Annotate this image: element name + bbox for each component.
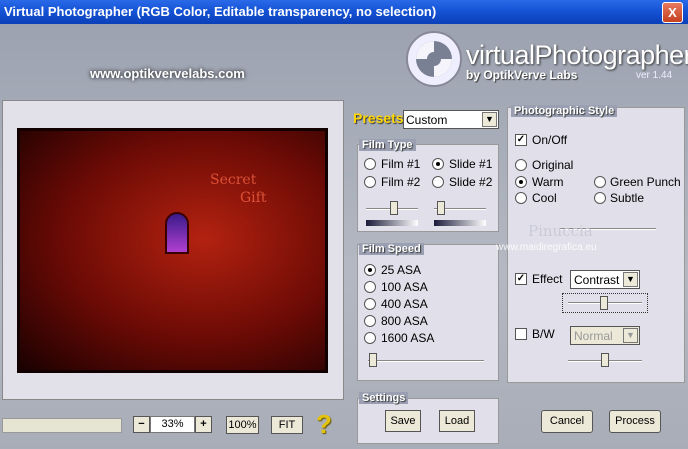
zoom-in-button[interactable]: + — [195, 416, 212, 433]
film1-radio[interactable] — [364, 158, 376, 170]
preview-window-detail — [165, 212, 189, 254]
asa25-radio[interactable] — [364, 264, 376, 276]
film-slider-thumb[interactable] — [390, 201, 398, 215]
slide2-radio[interactable] — [432, 176, 444, 188]
brand-byline: by OptikVerve Labs — [466, 68, 578, 82]
settings-panel — [357, 398, 499, 444]
on-off-checkbox[interactable]: ✓ — [515, 134, 527, 146]
photographic-style-title: Photographic Style — [511, 105, 618, 117]
cool-label: Cool — [532, 191, 557, 205]
bw-label: B/W — [532, 327, 555, 341]
warm-radio[interactable] — [515, 176, 527, 188]
slide1-label: Slide #1 — [449, 157, 493, 171]
effect-slider-thumb[interactable] — [600, 296, 608, 310]
version-label: ver 1.44 — [636, 70, 673, 81]
asa25-label: 25 ASA — [381, 263, 422, 277]
film2-label: Film #2 — [381, 175, 421, 189]
asa1600-label: 1600 ASA — [381, 331, 435, 345]
close-button[interactable]: X — [662, 2, 683, 23]
bw-value: Normal — [574, 329, 613, 343]
zoom-100-button[interactable]: 100% — [226, 416, 259, 434]
slide-gradient-bar — [434, 220, 486, 226]
watermark-signature: Pinuccia — [528, 222, 593, 240]
green-punch-label: Green Punch — [610, 175, 681, 189]
preview-watermark-secret: Secret — [210, 172, 257, 188]
asa100-radio[interactable] — [364, 281, 376, 293]
asa400-radio[interactable] — [364, 298, 376, 310]
slide2-label: Slide #2 — [449, 175, 493, 189]
film-speed-title: Film Speed — [359, 243, 424, 255]
effect-value: Contrast — [574, 273, 620, 287]
speed-slider-thumb[interactable] — [369, 353, 377, 367]
chevron-down-icon[interactable]: ▼ — [482, 112, 497, 127]
zoom-level-field[interactable]: 33% — [150, 416, 195, 433]
save-button[interactable]: Save — [385, 410, 421, 432]
cancel-button[interactable]: Cancel — [541, 410, 593, 433]
warm-label: Warm — [532, 175, 564, 189]
original-radio[interactable] — [515, 159, 527, 171]
film1-label: Film #1 — [381, 157, 421, 171]
bw-slider-thumb[interactable] — [601, 353, 609, 367]
subtle-label: Subtle — [610, 191, 645, 205]
brand-name: virtualPhotographer — [466, 40, 688, 70]
original-label: Original — [532, 158, 574, 172]
chevron-down-icon[interactable]: ▼ — [623, 328, 638, 343]
load-button[interactable]: Load — [439, 410, 475, 432]
effect-checkbox[interactable]: ✓ — [515, 273, 527, 285]
subtle-radio[interactable] — [594, 192, 606, 204]
asa400-label: 400 ASA — [381, 297, 428, 311]
presets-label: Presets — [353, 110, 404, 126]
green-punch-radio[interactable] — [594, 176, 606, 188]
website-link: www.optikvervelabs.com — [90, 66, 245, 81]
film-type-title: Film Type — [359, 139, 416, 151]
slide1-radio[interactable] — [432, 158, 444, 170]
effect-label: Effect — [532, 272, 563, 286]
process-button[interactable]: Process — [609, 410, 661, 433]
help-icon[interactable]: ? — [316, 409, 332, 440]
bw-checkbox[interactable] — [515, 328, 527, 340]
asa800-radio[interactable] — [364, 315, 376, 327]
cool-radio[interactable] — [515, 192, 527, 204]
film-gradient-bar — [366, 220, 418, 226]
progress-bar — [2, 418, 122, 433]
aperture-logo-icon — [406, 31, 462, 87]
zoom-out-button[interactable]: − — [133, 416, 150, 433]
slide-slider-thumb[interactable] — [437, 201, 445, 215]
on-off-label: On/Off — [532, 133, 568, 147]
zoom-fit-button[interactable]: FIT — [271, 416, 303, 434]
asa100-label: 100 ASA — [381, 280, 428, 294]
window-title: Virtual Photographer (RGB Color, Editabl… — [4, 4, 437, 19]
speed-slider-track[interactable] — [368, 360, 484, 362]
asa800-label: 800 ASA — [381, 314, 428, 328]
settings-title: Settings — [359, 392, 409, 404]
watermark-url: www.maidiregrafica.eu — [496, 242, 597, 253]
asa1600-radio[interactable] — [364, 332, 376, 344]
film2-radio[interactable] — [364, 176, 376, 188]
presets-value: Custom — [406, 113, 448, 127]
preview-watermark-gift: Gift — [240, 190, 267, 206]
chevron-down-icon[interactable]: ▼ — [623, 272, 638, 287]
